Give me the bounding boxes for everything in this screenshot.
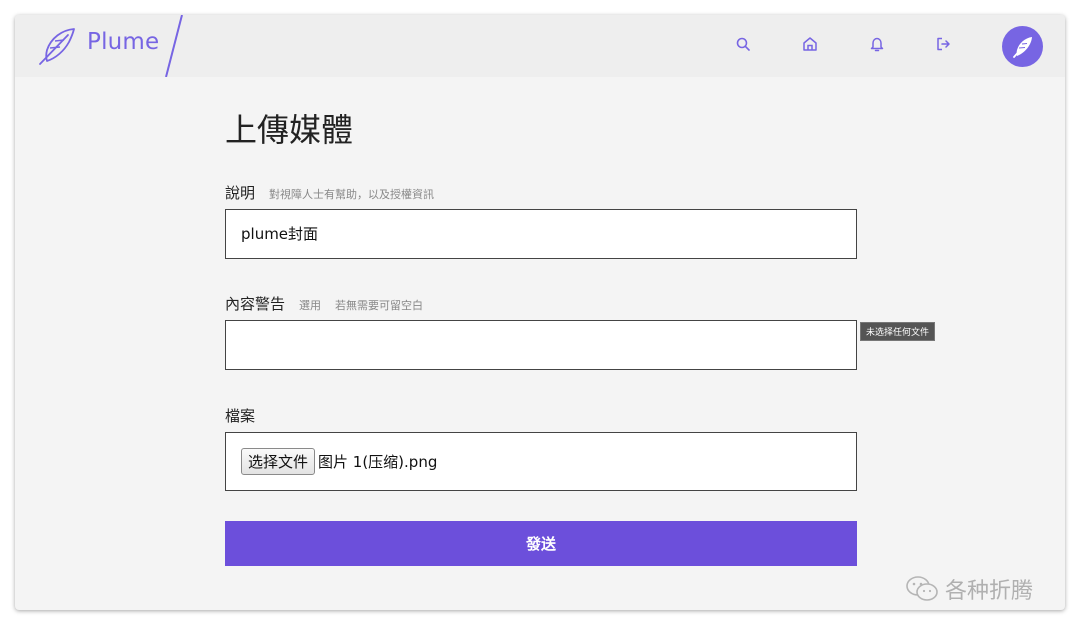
page-title: 上傳媒體 [225,111,354,149]
content-warning-label-text: 內容警告 [225,295,286,313]
content-warning-input[interactable] [225,320,857,370]
header-divider [165,15,183,77]
submit-button[interactable]: 發送 [225,521,857,566]
description-hint: 對視障人士有幫助，以及授權資訊 [269,188,435,201]
browser-window: Plume 上傳媒體 說明 對視障人士有幫助，以及授權資訊 plume封面 內容… [15,15,1065,610]
file-label: 檔案 [225,405,255,426]
file-input[interactable]: 选择文件 图片 1(压缩).png [225,432,857,491]
logout-button[interactable] [933,34,953,54]
watermark-text: 各种折腾 [945,579,1034,604]
feather-logo-icon [39,28,75,65]
user-avatar[interactable] [1002,26,1043,67]
search-button[interactable] [733,34,753,54]
brand-name: Plume [87,29,160,55]
home-icon [803,37,817,51]
notifications-button[interactable] [867,34,887,54]
file-tooltip: 未选择任何文件 [860,322,936,341]
file-label-text: 檔案 [225,407,256,425]
optional-hint: 選用 [299,299,322,312]
choose-file-button[interactable]: 选择文件 [241,448,316,475]
home-button[interactable] [800,34,820,54]
top-navbar: Plume [15,15,1065,77]
content-warning-hint: 若無需要可留空白 [335,299,424,312]
feather-icon [1012,36,1032,58]
logout-icon [937,37,950,51]
selected-file-name: 图片 1(压缩).png [318,452,438,471]
wechat-icon [906,576,938,601]
watermark: 各种折腾 [905,573,1033,605]
bell-icon [870,37,884,52]
search-icon [736,37,750,51]
description-input[interactable]: plume封面 [225,209,857,259]
description-label: 說明 對視障人士有幫助，以及授權資訊 [225,182,434,203]
content-warning-label: 內容警告 選用 若無需要可留空白 [225,293,423,314]
description-label-text: 說明 [225,184,256,202]
